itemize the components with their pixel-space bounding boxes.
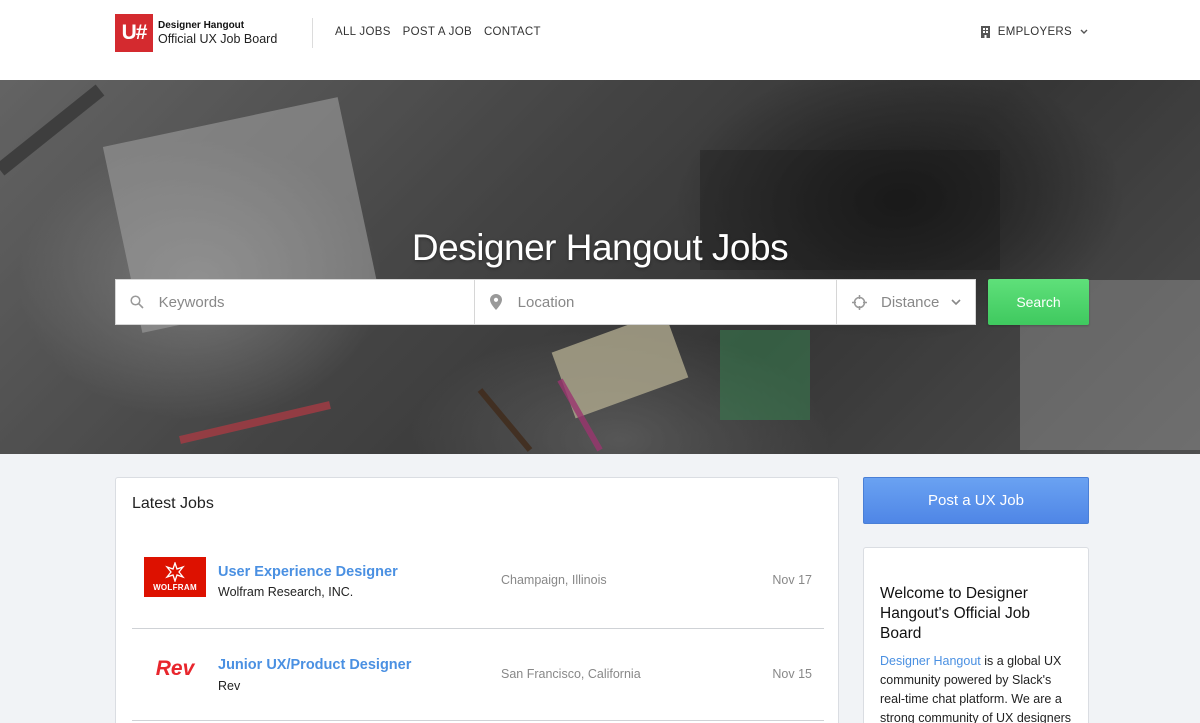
wolfram-logo-text: WOLFRAM xyxy=(153,583,197,592)
site-logo[interactable]: U# Designer Hangout Official UX Job Boar… xyxy=(115,14,277,52)
nav-post-a-job[interactable]: POST A JOB xyxy=(403,26,472,38)
wolfram-star-icon xyxy=(165,562,185,582)
location-pin-icon xyxy=(489,294,504,310)
crosshair-icon xyxy=(851,294,867,310)
employers-menu[interactable]: EMPLOYERS xyxy=(980,26,1088,38)
chevron-down-icon xyxy=(1080,29,1088,35)
site-header: U# Designer Hangout Official UX Job Boar… xyxy=(0,0,1200,80)
job-title-link[interactable]: User Experience Designer xyxy=(218,564,398,580)
location-field[interactable] xyxy=(475,280,837,324)
job-company: Rev xyxy=(218,679,241,693)
welcome-title: Welcome to Designer Hangout's Official J… xyxy=(880,585,1031,642)
rev-logo-text: Rev xyxy=(155,657,195,680)
job-date: Nov 17 xyxy=(772,573,812,587)
welcome-text: Designer Hangout is a global UX communit… xyxy=(880,652,1072,723)
logo-text: Designer Hangout Official UX Job Board xyxy=(158,20,277,46)
job-date: Nov 15 xyxy=(772,667,812,681)
job-listing[interactable]: Rev Junior UX/Product Designer Rev San F… xyxy=(132,629,824,721)
job-location: San Francisco, California xyxy=(501,667,641,681)
main-nav: ALL JOBS POST A JOB CONTACT xyxy=(335,26,541,38)
building-icon xyxy=(980,26,990,38)
location-input[interactable] xyxy=(517,293,836,311)
search-button[interactable]: Search xyxy=(988,279,1089,325)
employers-label: EMPLOYERS xyxy=(997,26,1072,38)
latest-jobs-heading: Latest Jobs xyxy=(132,495,214,512)
job-location: Champaign, Illinois xyxy=(501,573,607,587)
logo-title: Designer Hangout xyxy=(158,20,245,32)
header-divider xyxy=(312,18,313,48)
nav-all-jobs[interactable]: ALL JOBS xyxy=(335,26,391,38)
hero-title: Designer Hangout Jobs xyxy=(411,227,789,268)
distance-select[interactable]: Distance xyxy=(837,280,975,324)
nav-contact[interactable]: CONTACT xyxy=(484,26,541,38)
keywords-input[interactable] xyxy=(158,293,474,311)
designer-hangout-link[interactable]: Designer Hangout xyxy=(880,654,981,668)
latest-jobs-card: Latest Jobs WOLFRAM User Experience Desi… xyxy=(115,477,839,723)
welcome-card: Welcome to Designer Hangout's Official J… xyxy=(863,547,1089,723)
logo-subtitle: Official UX Job Board xyxy=(158,31,278,46)
search-icon xyxy=(130,294,145,310)
job-company: Wolfram Research, INC. xyxy=(218,585,354,599)
job-title-link[interactable]: Junior UX/Product Designer xyxy=(218,657,411,673)
wolfram-logo: WOLFRAM xyxy=(144,557,206,597)
hero-banner: Designer Hangout Jobs xyxy=(0,80,1200,454)
rev-logo: Rev xyxy=(144,649,206,689)
keywords-field[interactable] xyxy=(116,280,475,324)
distance-label: Distance xyxy=(881,293,940,311)
post-ux-job-button[interactable]: Post a UX Job xyxy=(863,477,1089,524)
job-listing[interactable]: WOLFRAM User Experience Designer Wolfram… xyxy=(132,537,824,629)
logo-mark: U# xyxy=(115,14,153,52)
chevron-down-icon xyxy=(951,293,961,311)
job-search-bar: Distance xyxy=(115,279,976,325)
